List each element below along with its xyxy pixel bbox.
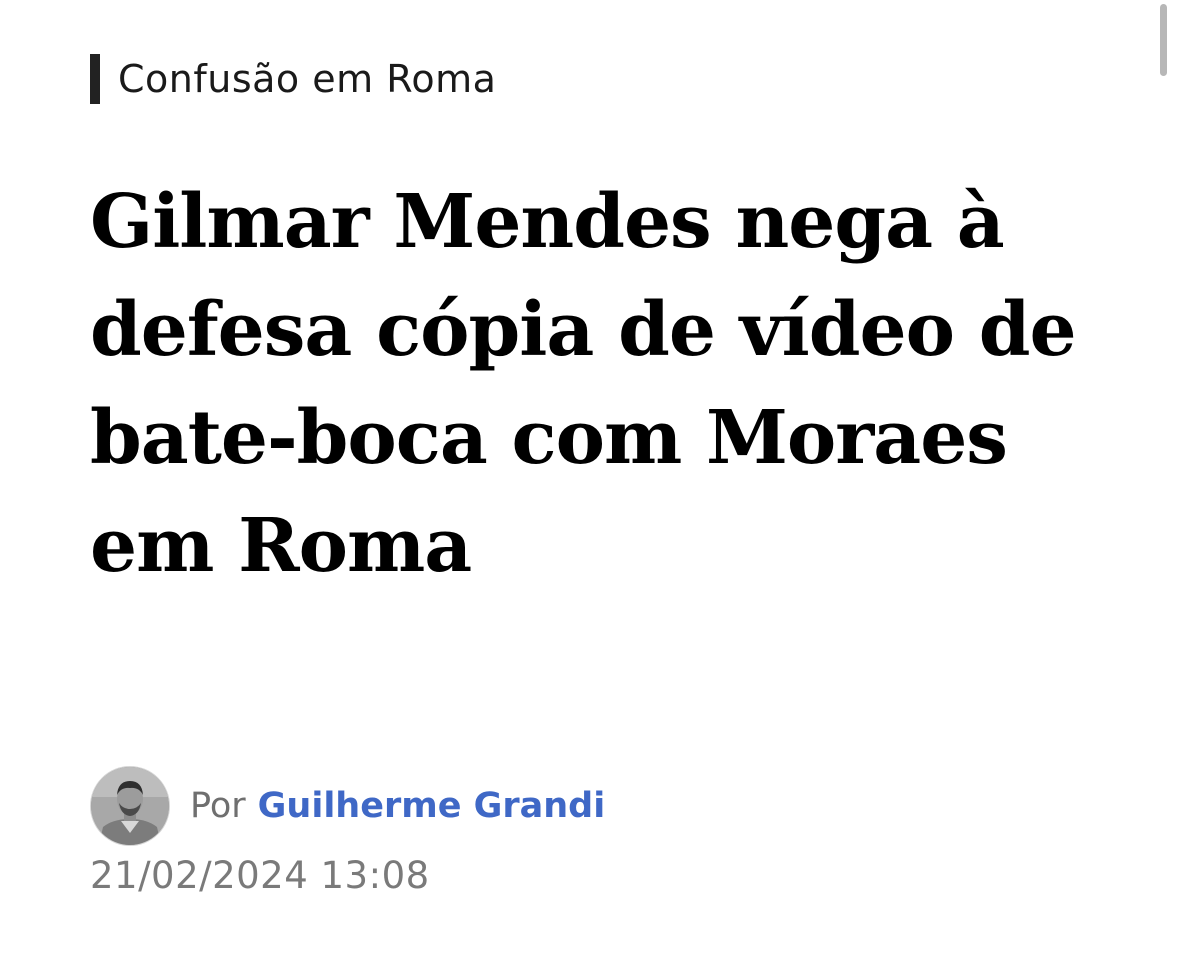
scrollbar[interactable] [1160, 4, 1167, 76]
byline: Por Guilherme Grandi [90, 766, 605, 846]
author-link[interactable]: Guilherme Grandi [258, 786, 606, 826]
article-headline: Gilmar Mendes nega à defesa cópia de víd… [90, 179, 1077, 589]
section-kicker: Confusão em Roma [90, 54, 496, 104]
publish-timestamp: 21/02/2024 13:08 [90, 854, 430, 897]
author-photo [91, 767, 169, 845]
byline-prefix: Por [190, 786, 246, 826]
kicker-label: Confusão em Roma [118, 57, 497, 101]
author-avatar[interactable] [90, 766, 170, 846]
kicker-accent-bar [90, 54, 100, 104]
